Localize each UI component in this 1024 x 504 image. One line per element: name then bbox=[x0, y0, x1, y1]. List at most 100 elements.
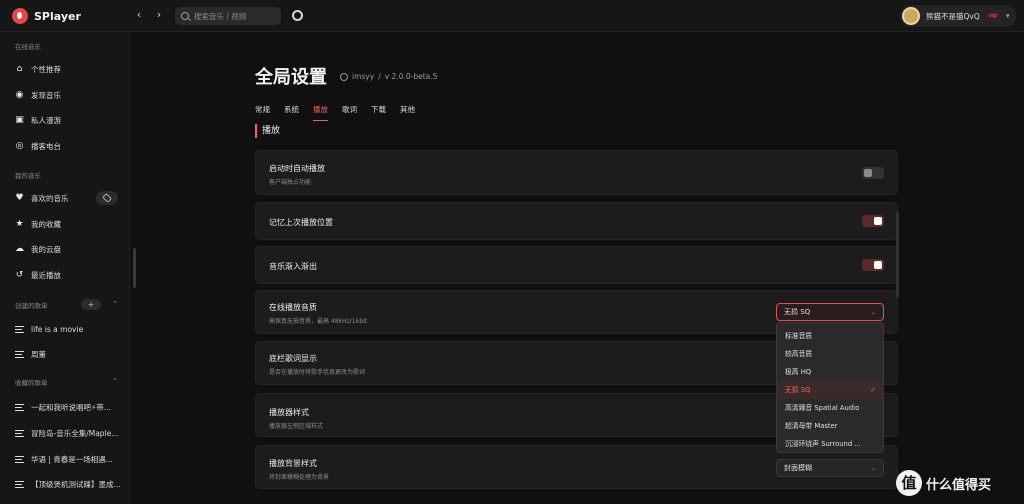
sidebar-item-liked[interactable]: ♥ 喜欢的音乐 bbox=[15, 191, 69, 205]
playlist-item[interactable]: 周董 bbox=[15, 347, 46, 361]
forward-button[interactable]: › bbox=[153, 9, 165, 21]
home-icon: ⌂ bbox=[16, 63, 23, 74]
setting-fade: 音乐渐入渐出 bbox=[255, 246, 898, 284]
github-icon[interactable] bbox=[340, 72, 348, 81]
chevron-up-icon[interactable]: ⌃ bbox=[112, 377, 118, 385]
setting-desc: 高保真无损音质，最高 48kHz/16bit bbox=[269, 318, 368, 325]
sidebar-item-discover[interactable]: ◉ 发现音乐 bbox=[15, 88, 61, 102]
sidebar-item-podcast[interactable]: ◎ 播客电台 bbox=[15, 139, 61, 153]
sidebar-item-history[interactable]: ↺ 最近播放 bbox=[15, 268, 61, 282]
toggle-knob bbox=[864, 169, 872, 177]
playlist-label: 冒险岛-音乐全集/Maple... bbox=[31, 428, 119, 438]
sidebar-item-label: 我的收藏 bbox=[31, 219, 61, 229]
setting-title: 播放背景样式 bbox=[269, 459, 317, 468]
meta-separator: / bbox=[378, 72, 381, 81]
title-meta: imsyy / v 2.0.0-beta.5 bbox=[340, 72, 437, 81]
setting-title: 音乐渐入渐出 bbox=[269, 262, 317, 271]
sidebar-item-label: 喜欢的音乐 bbox=[31, 193, 69, 203]
quality-option[interactable]: 标准音质 bbox=[777, 327, 883, 345]
sidebar-item-cloud[interactable]: ☁ 我的云盘 bbox=[15, 242, 61, 256]
setting-title: 在线播放音质 bbox=[269, 303, 317, 312]
tab-download[interactable]: 下载 bbox=[371, 104, 386, 115]
user-menu[interactable]: 熊猫不是猫QvQ vip ▾ bbox=[900, 5, 1016, 27]
watermark-text: 什么值得买 bbox=[926, 477, 992, 493]
add-playlist-button[interactable]: + bbox=[81, 299, 101, 310]
podcast-icon: ◎ bbox=[15, 140, 24, 151]
setting-remember-position: 记忆上次播放位置 bbox=[255, 202, 898, 240]
main-scrollbar[interactable] bbox=[896, 212, 899, 298]
app-logo[interactable]: SPlayer bbox=[12, 8, 81, 24]
star-icon: ★ bbox=[15, 218, 24, 229]
tab-lyrics[interactable]: 歌词 bbox=[342, 104, 357, 115]
section-online: 在线音乐 bbox=[15, 43, 41, 51]
chevron-up-icon[interactable]: ⌃ bbox=[112, 300, 118, 308]
toggle-knob bbox=[874, 217, 882, 225]
playlist-item[interactable]: 冒险岛-音乐全集/Maple... bbox=[15, 426, 118, 440]
watermark-logo: 值 bbox=[896, 470, 922, 496]
tab-system[interactable]: 系统 bbox=[284, 104, 299, 115]
author-link[interactable]: imsyy bbox=[352, 72, 374, 81]
playlist-label: 华语 | 青春是一场相遇... bbox=[31, 454, 113, 464]
quality-option[interactable]: 超清母带 Master bbox=[777, 417, 883, 435]
sidebar-scrollbar[interactable] bbox=[133, 248, 136, 288]
setting-title: 底栏歌词显示 bbox=[269, 354, 317, 363]
quality-select[interactable]: 无损 SQ ⌄ bbox=[776, 303, 884, 321]
background-style-value: 封面模糊 bbox=[784, 464, 812, 472]
section-mine: 我的音乐 bbox=[15, 172, 41, 180]
sidebar-item-label: 个性推荐 bbox=[31, 64, 61, 74]
playlist-icon bbox=[15, 325, 24, 333]
playlist-item[interactable]: 【顶级煲机测试碟】墨成... bbox=[15, 477, 121, 491]
back-button[interactable]: ‹ bbox=[133, 9, 145, 21]
check-icon: ✓ bbox=[870, 386, 876, 394]
section-title: 播放 bbox=[255, 124, 280, 138]
settings-tabs: 常规 系统 播放 歌词 下载 其他 bbox=[255, 104, 415, 121]
playlist-item[interactable]: 一起和我听说唱吧⚡带... bbox=[15, 400, 111, 414]
quality-option[interactable]: 极高 HQ bbox=[777, 363, 883, 381]
quality-option[interactable]: 高清臻音 Spatial Audio bbox=[777, 399, 883, 417]
setting-desc: 播放器左侧区域样式 bbox=[269, 423, 324, 430]
setting-title: 播放器样式 bbox=[269, 408, 309, 417]
background-style-select[interactable]: 封面模糊 ⌄ bbox=[776, 459, 884, 477]
tab-general[interactable]: 常规 bbox=[255, 104, 270, 115]
github-icon[interactable] bbox=[292, 10, 303, 21]
vip-badge: vip bbox=[985, 12, 1001, 20]
history-icon: ↺ bbox=[15, 269, 24, 280]
heartbeat-mode-button[interactable] bbox=[96, 191, 118, 205]
setting-title: 记忆上次播放位置 bbox=[269, 218, 333, 227]
sidebar-item-label: 最近播放 bbox=[31, 270, 61, 280]
sidebar-item-label: 发现音乐 bbox=[31, 90, 61, 100]
playlist-label: life is a movie bbox=[31, 324, 84, 334]
playlist-label: 周董 bbox=[31, 349, 46, 359]
watermark: 值 什么值得买 bbox=[896, 470, 991, 496]
top-bar: SPlayer ‹ › 熊猫不是猫QvQ vip ▾ bbox=[0, 0, 1024, 32]
setting-autoplay: 启动时自动播放 客户端独占功能 bbox=[255, 150, 898, 195]
quality-option[interactable]: 沉浸环绕声 Surround ... bbox=[777, 435, 883, 453]
playlist-label: 一起和我听说唱吧⚡带... bbox=[31, 402, 111, 412]
heart-icon: ♥ bbox=[15, 192, 24, 203]
playlist-item[interactable]: life is a movie bbox=[15, 322, 83, 336]
page-title: 全局设置 bbox=[255, 67, 327, 88]
compass-icon: ◉ bbox=[15, 89, 24, 100]
remember-position-toggle[interactable] bbox=[862, 215, 884, 227]
section-created: 创建的歌单 bbox=[15, 302, 48, 310]
tab-other[interactable]: 其他 bbox=[400, 104, 415, 115]
tab-playback[interactable]: 播放 bbox=[313, 104, 328, 121]
avatar bbox=[902, 7, 920, 25]
playlist-icon bbox=[15, 403, 24, 411]
quality-select-value: 无损 SQ bbox=[784, 308, 811, 316]
sidebar-item-personal-fm[interactable]: ▣ 私人漫游 bbox=[15, 113, 61, 127]
sidebar-item-collection[interactable]: ★ 我的收藏 bbox=[15, 217, 61, 231]
sidebar-item-label: 私人漫游 bbox=[31, 115, 61, 125]
sidebar-item-recommend[interactable]: ⌂ 个性推荐 bbox=[15, 62, 61, 76]
setting-desc: 将封面模糊处理为背景 bbox=[269, 474, 330, 481]
quality-option[interactable]: 较高音质 bbox=[777, 345, 883, 363]
search-input[interactable] bbox=[194, 11, 278, 21]
autoplay-toggle[interactable] bbox=[862, 167, 884, 179]
heartbeat-icon bbox=[102, 193, 112, 203]
quality-option-selected[interactable]: 无损 SQ ✓ bbox=[777, 381, 883, 399]
chevron-down-icon: ▾ bbox=[1006, 12, 1010, 20]
cloud-icon: ☁ bbox=[15, 243, 24, 254]
playlist-item[interactable]: 华语 | 青春是一场相遇... bbox=[15, 452, 113, 466]
fade-toggle[interactable] bbox=[862, 259, 884, 271]
search-box[interactable] bbox=[175, 7, 281, 25]
